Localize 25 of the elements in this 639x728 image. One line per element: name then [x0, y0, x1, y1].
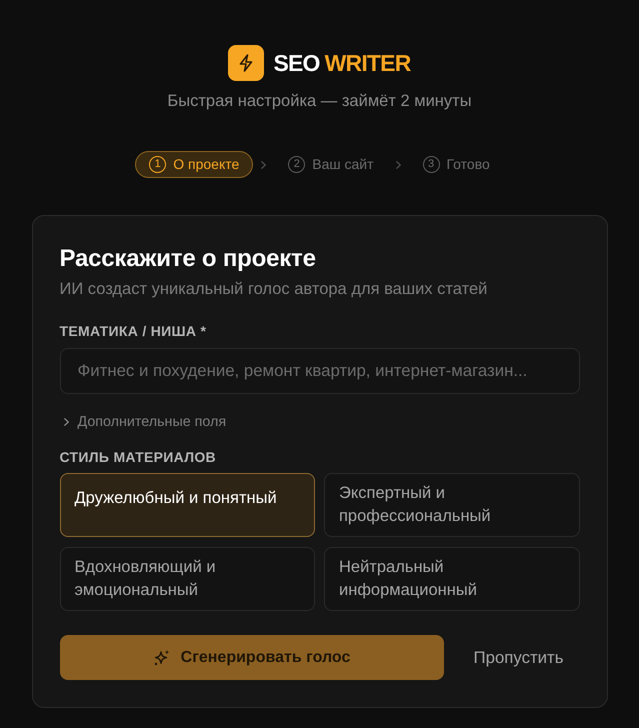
chevron-right-icon	[396, 160, 401, 168]
lightning-icon	[228, 45, 264, 81]
chevron-right-icon	[261, 160, 266, 168]
logo-text: WRITER	[324, 49, 411, 77]
step-label: О проекте	[173, 156, 240, 173]
section-label: СТИЛЬ МАТЕРИАЛОВ	[60, 449, 217, 465]
step-label: Готово	[446, 156, 490, 173]
sparkle-icon	[152, 648, 171, 666]
step-number: 2	[288, 156, 306, 173]
card-subtitle: ИИ создаст уникальный голос автора для ваших статей	[60, 279, 488, 299]
tagline: Быстрая настройка — займёт 2 минуты	[167, 91, 472, 111]
style-option[interactable]: Вдохновляющий и эмоциональный	[60, 547, 315, 611]
style-option[interactable]: Нейтральный информационный	[324, 547, 580, 611]
more-fields-toggle[interactable]: Дополнительные поля	[60, 414, 226, 430]
step-number: 3	[422, 156, 440, 173]
chevron-right-icon	[64, 418, 68, 426]
step-label: Ваш сайт	[312, 156, 374, 173]
skip-button[interactable]: Пропустить	[458, 644, 580, 672]
card-title: Расскажите о проекте	[60, 245, 317, 273]
field-label: ТЕМАТИКА / НИША *	[60, 323, 208, 339]
style-option[interactable]: Дружелюбный и понятный	[60, 473, 315, 537]
logo-text: SEO	[273, 49, 320, 77]
style-option[interactable]: Экспертный и профессиональный	[324, 473, 580, 537]
topic-input[interactable]: Фитнес и похудение, ремонт квартир, интернет-магазин...	[60, 348, 580, 394]
step-number: 1	[149, 156, 166, 173]
